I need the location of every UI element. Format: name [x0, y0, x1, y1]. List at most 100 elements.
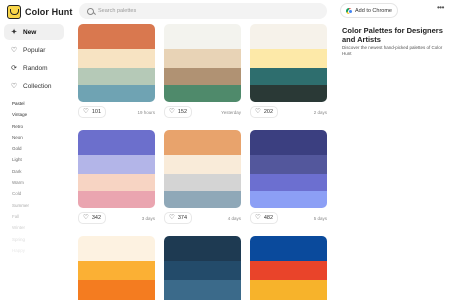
color-swatch[interactable]	[78, 130, 155, 155]
color-swatch[interactable]	[250, 130, 327, 155]
color-swatch[interactable]	[164, 154, 241, 174]
color-swatch[interactable]	[164, 236, 241, 261]
color-swatch[interactable]	[164, 260, 241, 280]
tag-item[interactable]: Cold	[12, 188, 29, 199]
palette-swatches[interactable]	[164, 236, 241, 300]
color-swatch[interactable]	[78, 154, 155, 174]
add-to-chrome-button[interactable]: Add to Chrome	[340, 3, 398, 18]
palette-swatches[interactable]	[164, 24, 241, 102]
color-swatch[interactable]	[78, 236, 155, 261]
tag-item[interactable]: Retro	[12, 121, 29, 132]
palette-swatches[interactable]	[78, 236, 155, 300]
palette-swatches[interactable]	[250, 236, 327, 300]
palette-date: 5 days	[313, 215, 327, 221]
tag-item[interactable]: Warm	[12, 177, 29, 188]
heart-icon: ♡	[83, 213, 89, 221]
color-swatch[interactable]	[250, 279, 327, 297]
color-swatch[interactable]	[250, 154, 327, 174]
palette-card[interactable]: ♡ 482 5 days	[250, 130, 327, 225]
like-button[interactable]: ♡ 374	[164, 212, 193, 224]
color-swatch[interactable]	[250, 48, 327, 68]
color-swatch[interactable]	[164, 279, 241, 297]
color-swatch[interactable]	[78, 67, 155, 85]
color-swatch[interactable]	[78, 279, 155, 297]
color-swatch[interactable]	[164, 67, 241, 85]
tag-item[interactable]: Light	[12, 154, 29, 165]
like-button[interactable]: ♡ 482	[250, 212, 279, 224]
color-swatch[interactable]	[78, 260, 155, 280]
palette-swatches[interactable]	[78, 130, 155, 208]
nav-item-random[interactable]: ⟳ Random	[4, 60, 64, 76]
search-bar[interactable]	[79, 3, 327, 19]
color-swatch[interactable]	[78, 24, 155, 49]
color-swatch[interactable]	[250, 84, 327, 102]
page-title: Color Palettes for Designers and Artists	[342, 26, 443, 44]
color-swatch[interactable]	[164, 130, 241, 155]
heart-icon: ♡	[255, 213, 261, 221]
color-swatch[interactable]	[78, 173, 155, 191]
palette-date: 19 hours	[137, 109, 155, 115]
color-swatch[interactable]	[250, 173, 327, 191]
palette-date: 2 days	[313, 109, 327, 115]
like-button[interactable]: ♡ 342	[78, 212, 107, 224]
nav-item-collection[interactable]: ♡ Collection	[4, 78, 64, 94]
color-swatch[interactable]	[164, 24, 241, 49]
sidebar-nav: ✦ New ♡ Popular ⟳ Random ♡ Collection	[4, 24, 64, 96]
color-swatch[interactable]	[78, 190, 155, 208]
like-button[interactable]: ♡ 152	[164, 106, 193, 118]
color-swatch[interactable]	[250, 190, 327, 208]
heart-icon: ♡	[169, 213, 175, 221]
heart-icon: ♡	[83, 107, 89, 115]
add-to-chrome-label: Add to Chrome	[355, 7, 392, 14]
palette-card[interactable]: ♡ 152 Yesterday	[164, 24, 241, 119]
color-swatch[interactable]	[250, 236, 327, 261]
more-icon[interactable]: •••	[437, 4, 444, 12]
tag-item[interactable]: Pastel	[12, 98, 29, 109]
color-swatch[interactable]	[78, 84, 155, 102]
tag-item[interactable]: Fall	[12, 211, 29, 222]
palette-swatches[interactable]	[250, 130, 327, 208]
tag-item[interactable]: Dark	[12, 166, 29, 177]
tag-item[interactable]: Spring	[12, 234, 29, 245]
palette-swatches[interactable]	[78, 24, 155, 102]
palette-date: 4 days	[227, 215, 241, 221]
tag-item[interactable]: Neon	[12, 132, 29, 143]
tag-item[interactable]: Summer	[12, 200, 29, 211]
like-count: 152	[177, 109, 188, 115]
like-button[interactable]: ♡ 101	[78, 106, 107, 118]
palette-date: Yesterday	[221, 109, 241, 115]
tag-item[interactable]: Gold	[12, 143, 29, 154]
palette-card[interactable]: ♡ 374 4 days	[164, 130, 241, 225]
app-name: Color Hunt	[25, 7, 73, 17]
palette-card[interactable]	[250, 236, 327, 300]
color-swatch[interactable]	[164, 190, 241, 208]
tag-item[interactable]: Happy	[12, 245, 29, 256]
logo[interactable]: Color Hunt	[7, 4, 73, 20]
palette-card[interactable]: ♡ 101 19 hours	[78, 24, 155, 119]
color-swatch[interactable]	[250, 24, 327, 49]
color-swatch[interactable]	[164, 173, 241, 191]
color-swatch[interactable]	[78, 48, 155, 68]
like-button[interactable]: ♡ 202	[250, 106, 279, 118]
like-count: 374	[177, 215, 188, 221]
palette-card[interactable]: ♡ 342 3 days	[78, 130, 155, 225]
color-swatch[interactable]	[164, 48, 241, 68]
color-swatch[interactable]	[250, 67, 327, 85]
palette-swatches[interactable]	[250, 24, 327, 102]
palette-swatches[interactable]	[164, 130, 241, 208]
color-swatch[interactable]	[164, 84, 241, 102]
heart-icon: ♡	[10, 83, 18, 90]
palette-card[interactable]	[78, 236, 155, 300]
heart-icon: ♡	[10, 47, 18, 54]
like-count: 202	[263, 109, 274, 115]
palette-card[interactable]: ♡ 202 2 days	[250, 24, 327, 119]
palette-card[interactable]	[164, 236, 241, 300]
color-swatch[interactable]	[250, 260, 327, 280]
tag-item[interactable]: Vintage	[12, 109, 29, 120]
heart-icon: ♡	[169, 107, 175, 115]
nav-item-popular[interactable]: ♡ Popular	[4, 42, 64, 58]
tag-item[interactable]: Winter	[12, 222, 29, 233]
nav-item-new[interactable]: ✦ New	[4, 24, 64, 40]
search-input[interactable]	[98, 8, 298, 14]
like-count: 342	[91, 215, 102, 221]
